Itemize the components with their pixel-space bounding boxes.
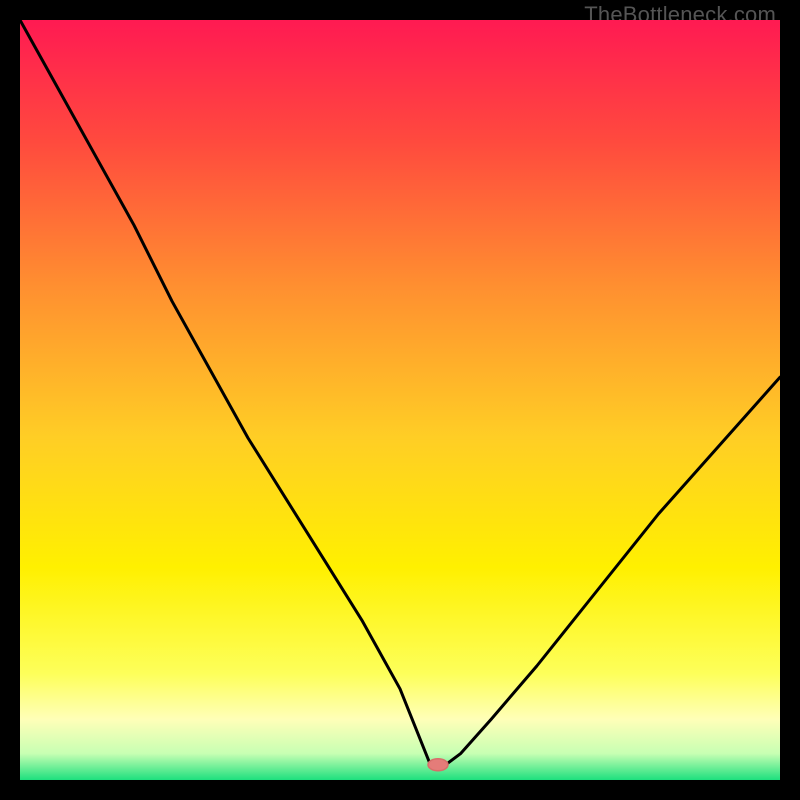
- chart-svg: [20, 20, 780, 780]
- optimum-marker: [428, 759, 448, 771]
- chart-frame: TheBottleneck.com: [0, 0, 800, 800]
- plot-area: [20, 20, 780, 780]
- gradient-background: [20, 20, 780, 780]
